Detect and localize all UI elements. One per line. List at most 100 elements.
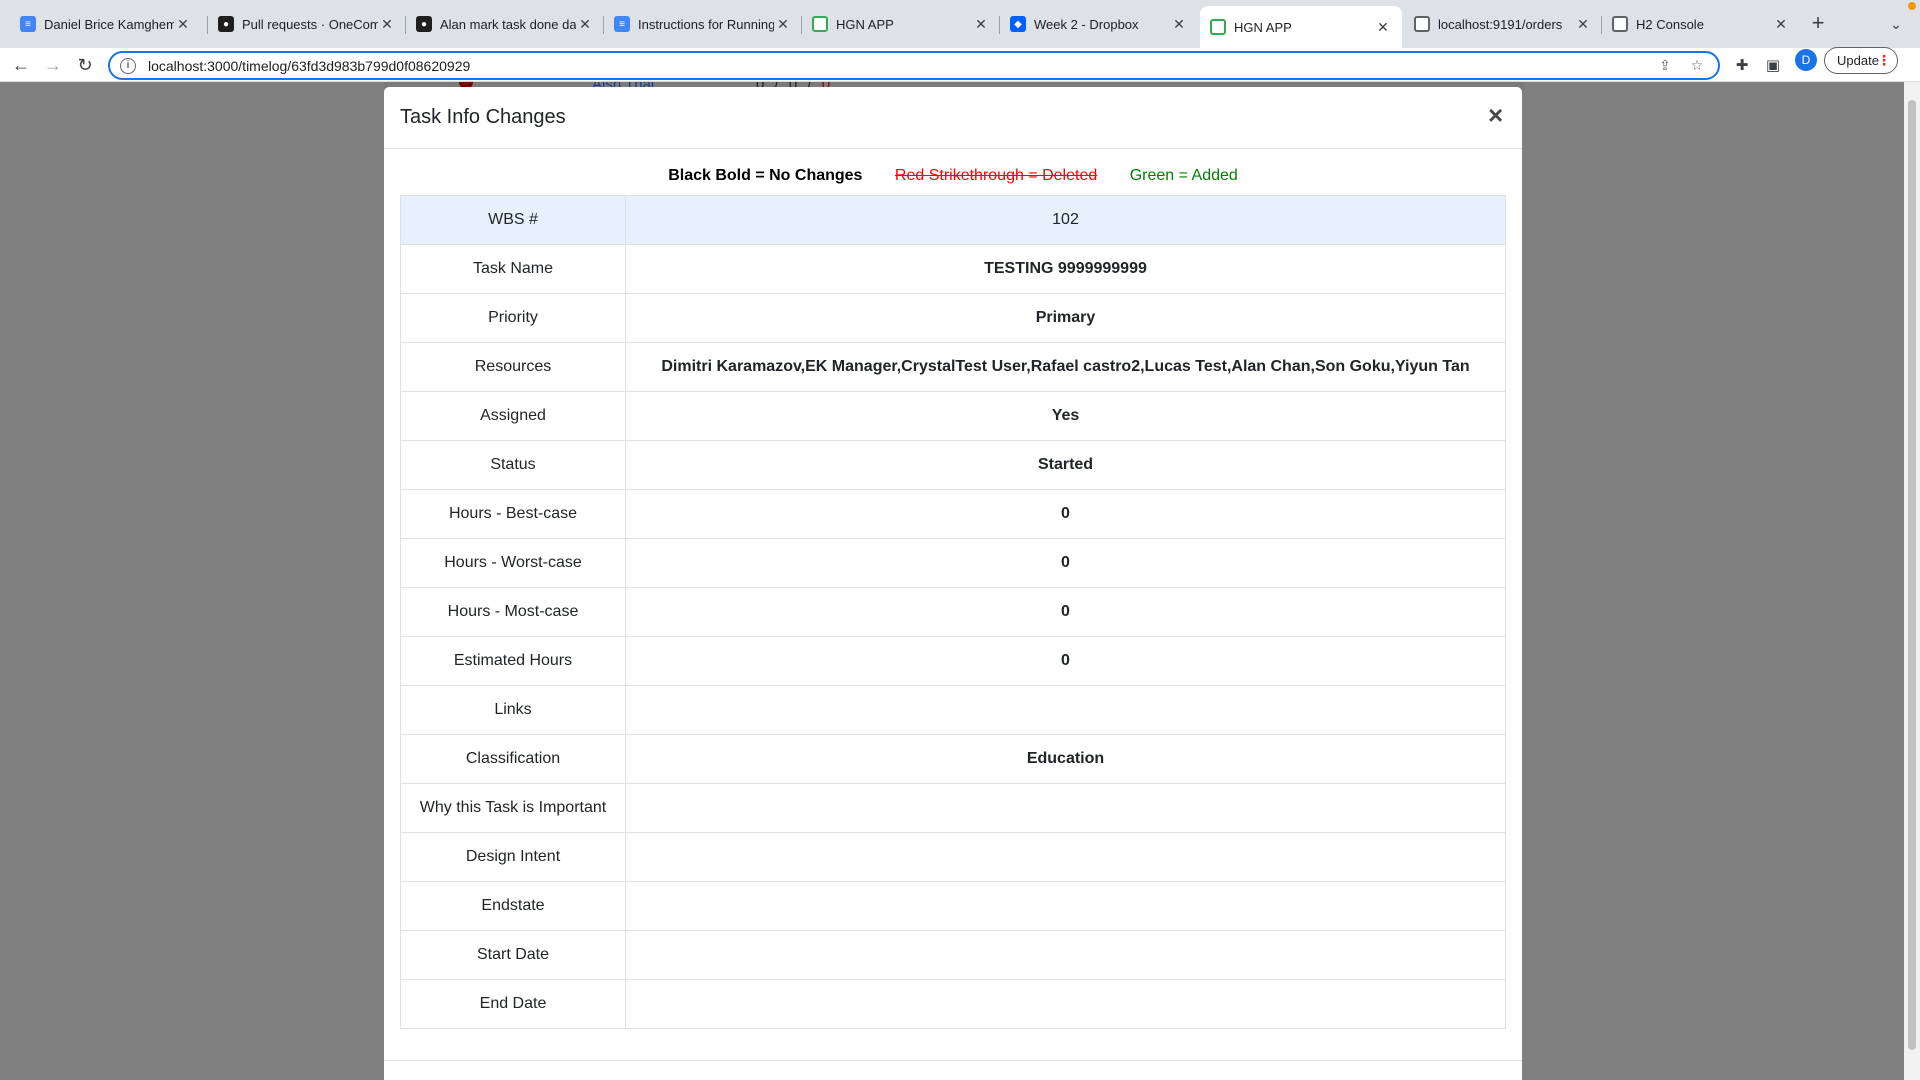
reload-icon[interactable]: ↻ — [72, 52, 98, 78]
table-row: Hours - Worst-case 0 — [400, 538, 1506, 588]
tab-search-chevron-icon[interactable]: ⌄ — [1884, 12, 1908, 36]
row-value: Primary — [625, 293, 1506, 343]
row-label: Hours - Most-case — [400, 587, 626, 637]
browser-tab[interactable]: ≡ Daniel Brice Kamghem R ✕ — [10, 8, 202, 40]
task-info-changes-modal: Task Info Changes × Black Bold = No Chan… — [384, 87, 1522, 1080]
row-value — [625, 881, 1506, 931]
legend-no-changes: Black Bold = No Changes — [668, 167, 863, 184]
new-tab-icon[interactable]: + — [1806, 12, 1830, 36]
bookmark-star-icon[interactable]: ☆ — [1686, 57, 1708, 74]
address-bar[interactable]: i localhost:3000/timelog/63fd3d983b799d0… — [108, 51, 1720, 80]
tab-close-icon[interactable]: ✕ — [774, 16, 792, 33]
tab-title: Alan mark task done da — [440, 16, 576, 32]
row-label: WBS # — [400, 195, 626, 245]
tab-title: Week 2 - Dropbox — [1034, 16, 1139, 32]
table-row: Hours - Most-case 0 — [400, 587, 1506, 637]
row-label: Links — [400, 685, 626, 735]
url-text[interactable]: localhost:3000/timelog/63fd3d983b799d0f0… — [148, 58, 1654, 74]
globe-icon — [1210, 19, 1226, 35]
row-label: Task Name — [400, 244, 626, 294]
tab-title: Instructions for Running — [638, 16, 774, 32]
github-icon: ● — [218, 16, 234, 32]
tab-title: H2 Console — [1636, 16, 1704, 32]
row-label: Endstate — [400, 881, 626, 931]
tab-close-icon[interactable]: ✕ — [972, 16, 990, 33]
browser-tab[interactable]: ◆ Week 2 - Dropbox ✕ — [1000, 8, 1198, 40]
tab-close-icon[interactable]: ✕ — [1170, 16, 1188, 33]
browser-tab[interactable]: localhost:9191/orders ✕ — [1404, 8, 1602, 40]
browser-toolbar: ← → ↻ i localhost:3000/timelog/63fd3d983… — [0, 48, 1920, 82]
side-panel-icon[interactable]: ▣ — [1762, 55, 1784, 77]
browser-tab-active[interactable]: HGN APP ✕ — [1200, 6, 1402, 48]
row-label: Priority — [400, 293, 626, 343]
table-row: Why this Task is Important — [400, 783, 1506, 833]
kebab-menu-icon[interactable]: ⋮ — [1877, 52, 1891, 69]
globe-icon — [812, 16, 828, 32]
row-value: Yes — [625, 391, 1506, 441]
table-row: Assigned Yes — [400, 391, 1506, 441]
table-row: End Date — [400, 979, 1506, 1029]
table-row: Hours - Best-case 0 — [400, 489, 1506, 539]
tab-close-icon[interactable]: ✕ — [1574, 16, 1592, 33]
row-label: Assigned — [400, 391, 626, 441]
table-row: Resources Dimitri Karamazov,EK Manager,C… — [400, 342, 1506, 392]
legend-added: Green = Added — [1129, 167, 1238, 184]
world-icon — [1612, 16, 1628, 32]
modal-footer-divider — [384, 1060, 1522, 1061]
row-label: Status — [400, 440, 626, 490]
table-row: WBS # 102 — [400, 195, 1506, 245]
row-value: 0 — [625, 538, 1506, 588]
row-value — [625, 783, 1506, 833]
browser-tab[interactable]: ● Pull requests · OneComm ✕ — [208, 8, 406, 40]
profile-avatar[interactable]: D — [1795, 49, 1817, 71]
scrollbar-thumb[interactable] — [1908, 100, 1916, 1050]
browser-tab[interactable]: H2 Console ✕ — [1602, 8, 1800, 40]
tab-close-icon[interactable]: ✕ — [378, 16, 396, 33]
tab-title: HGN APP — [836, 16, 894, 32]
table-row: Design Intent — [400, 832, 1506, 882]
browser-tab[interactable]: ● Alan mark task done da ✕ — [406, 8, 604, 40]
tab-close-icon[interactable]: ✕ — [1772, 16, 1790, 33]
row-label: Design Intent — [400, 832, 626, 882]
table-row: Start Date — [400, 930, 1506, 980]
update-button[interactable]: Update ⋮ — [1824, 47, 1898, 74]
row-label: Classification — [400, 734, 626, 784]
table-row: Endstate — [400, 881, 1506, 931]
forward-arrow-icon[interactable]: → — [40, 52, 66, 78]
row-value: 102 — [625, 195, 1506, 245]
row-value — [625, 685, 1506, 735]
tab-close-icon[interactable]: ✕ — [174, 16, 192, 33]
site-info-icon[interactable]: i — [120, 57, 136, 74]
modal-title: Task Info Changes — [400, 106, 566, 128]
task-changes-table: WBS # 102 Task Name TESTING 9999999999 P… — [400, 195, 1506, 1029]
tab-close-icon[interactable]: ✕ — [576, 16, 594, 33]
update-dot-icon — [1908, 2, 1916, 10]
row-value — [625, 930, 1506, 980]
extensions-puzzle-icon[interactable]: ✚ — [1731, 55, 1753, 77]
table-row: Classification Education — [400, 734, 1506, 784]
table-row: Priority Primary — [400, 293, 1506, 343]
row-label: Hours - Best-case — [400, 489, 626, 539]
browser-tab[interactable]: HGN APP ✕ — [802, 8, 1000, 40]
table-row: Links — [400, 685, 1506, 735]
table-row: Estimated Hours 0 — [400, 636, 1506, 686]
row-value — [625, 832, 1506, 882]
table-row: Task Name TESTING 9999999999 — [400, 244, 1506, 294]
tab-title: Pull requests · OneComm — [242, 16, 378, 32]
row-value — [625, 979, 1506, 1029]
browser-tab[interactable]: ≡ Instructions for Running ✕ — [604, 8, 802, 40]
docs-icon: ≡ — [20, 16, 36, 32]
close-icon[interactable]: × — [1488, 101, 1503, 129]
update-label: Update — [1837, 53, 1879, 68]
modal-header: Task Info Changes × — [384, 87, 1522, 149]
share-icon[interactable]: ⇪ — [1654, 57, 1676, 74]
back-arrow-icon[interactable]: ← — [8, 52, 34, 78]
row-label: Resources — [400, 342, 626, 392]
row-value: Education — [625, 734, 1506, 784]
tab-title: HGN APP — [1234, 19, 1292, 35]
tab-close-icon[interactable]: ✕ — [1374, 19, 1392, 36]
row-label: Hours - Worst-case — [400, 538, 626, 588]
row-label: Estimated Hours — [400, 636, 626, 686]
row-value: Dimitri Karamazov,EK Manager,CrystalTest… — [625, 342, 1506, 392]
row-label: Why this Task is Important — [400, 783, 626, 833]
